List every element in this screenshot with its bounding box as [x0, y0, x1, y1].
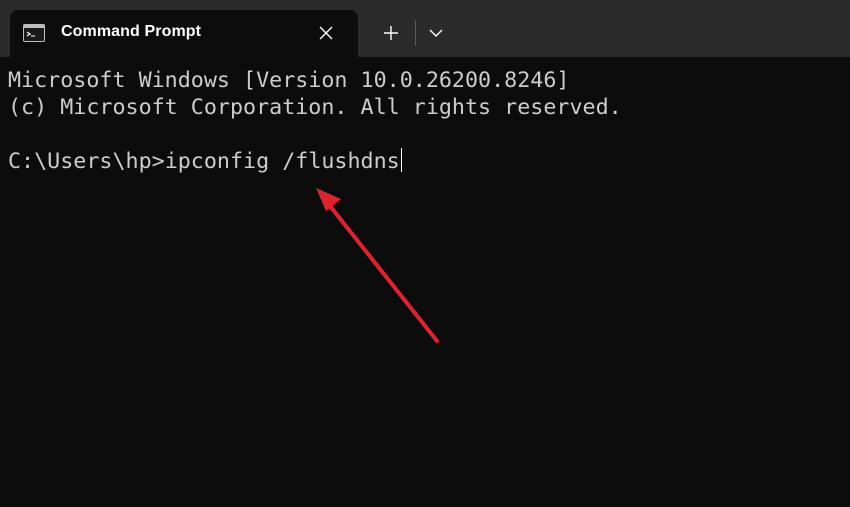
console-output[interactable]: Microsoft Windows [Version 10.0.26200.82…: [0, 57, 850, 507]
text-cursor: [400, 148, 402, 172]
tab-bar: Command Prompt: [0, 0, 850, 57]
console-prompt-line[interactable]: C:\Users\hp>ipconfig /flushdns: [8, 148, 402, 175]
cmd-icon: [23, 24, 45, 42]
tab-command-prompt[interactable]: Command Prompt: [10, 10, 358, 57]
command-input[interactable]: ipconfig /flushdns: [165, 149, 400, 174]
console-line-copyright: (c) Microsoft Corporation. All rights re…: [8, 95, 622, 120]
chevron-down-icon[interactable]: [422, 18, 450, 48]
close-icon[interactable]: [316, 23, 336, 43]
plus-icon[interactable]: [371, 18, 411, 48]
console-line-version: Microsoft Windows [Version 10.0.26200.82…: [8, 68, 570, 93]
tab-title: Command Prompt: [61, 23, 202, 40]
prompt-path: C:\Users\hp>: [8, 149, 165, 174]
toolbar-divider: [415, 20, 416, 46]
